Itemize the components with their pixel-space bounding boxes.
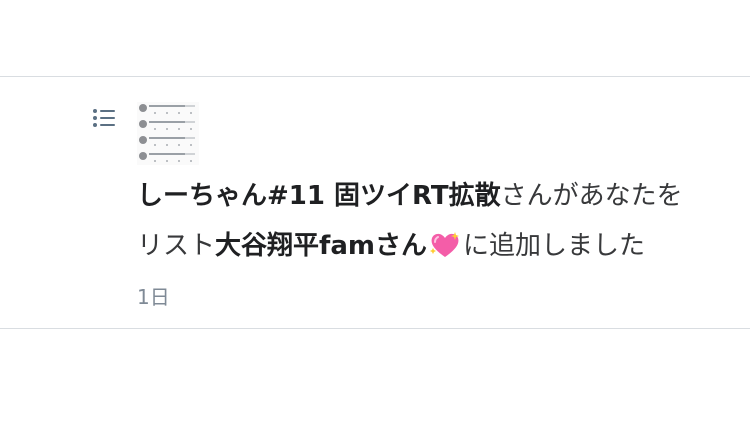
notification-message: しーちゃん#11 固ツイRT拡散さんがあなたを リスト大谷翔平famさん に追加… [137,171,737,271]
thumbnail-row [137,134,199,149]
timestamp: 1日 [137,285,170,309]
thumbnail-row [137,118,199,133]
thumbnail-row [137,150,199,165]
list-name[interactable]: 大谷翔平famさん [215,231,427,261]
sparkling-heart-icon [429,232,459,257]
message-line-1: しーちゃん#11 固ツイRT拡散さんがあなたを [137,171,737,221]
message-line-2: リスト大谷翔平famさん に追加しました [137,221,737,271]
message-text: に追加しました [462,231,645,261]
message-text: さんがあなたを [500,181,683,211]
bottom-divider [0,328,750,329]
list-thumbnail[interactable] [137,102,199,165]
user-name[interactable]: しーちゃん#11 固ツイRT拡散 [137,181,501,211]
message-text: リスト [137,231,216,261]
thumbnail-row [137,102,199,117]
list-add-notification[interactable]: しーちゃん#11 固ツイRT拡散さんがあなたを リスト大谷翔平famさん に追加… [0,77,750,328]
list-icon [93,109,115,127]
